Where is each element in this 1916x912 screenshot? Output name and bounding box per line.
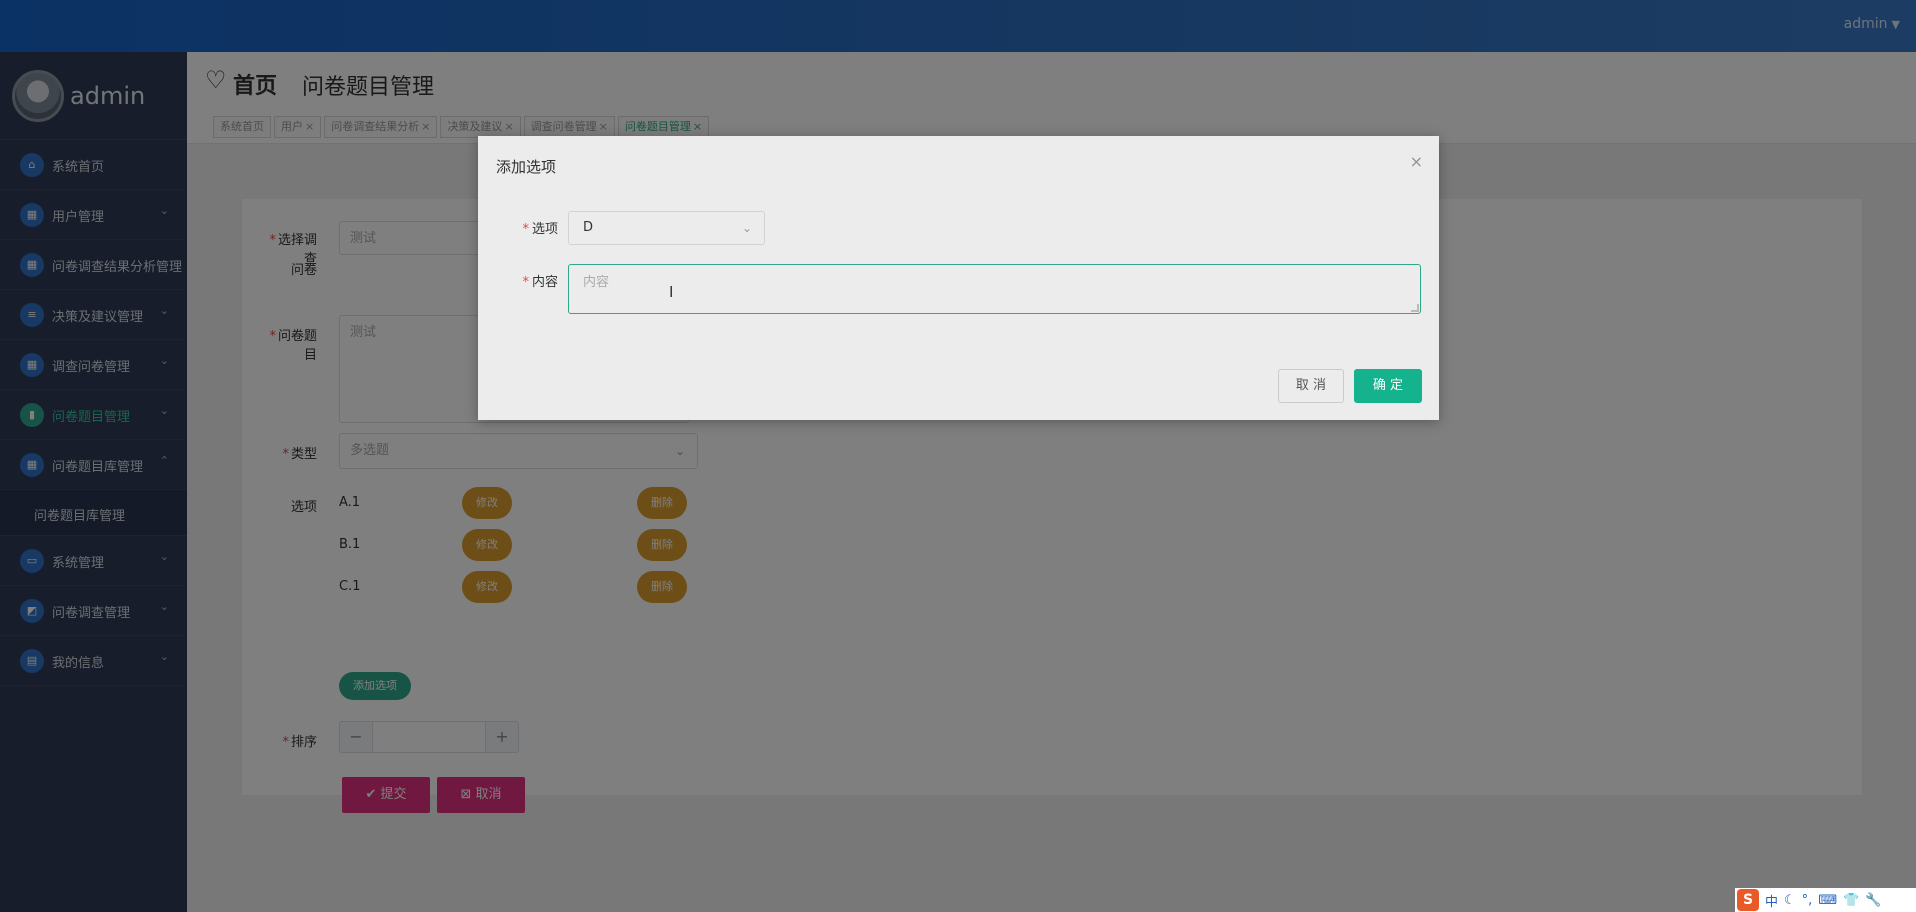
punctuation-icon[interactable]: °,	[1802, 893, 1813, 908]
text-cursor-icon: I	[669, 283, 674, 301]
moon-icon[interactable]: ☾	[1784, 893, 1796, 908]
dialog-cancel-button[interactable]: 取 消	[1278, 369, 1344, 403]
content-textarea[interactable]: 内容	[568, 264, 1421, 314]
keyboard-icon[interactable]: ⌨	[1818, 893, 1837, 908]
resize-handle-icon[interactable]	[1411, 304, 1419, 312]
option-label: * 选项	[522, 222, 558, 237]
option-select-value: D	[583, 220, 594, 235]
content-label: * 内容	[522, 275, 558, 290]
wrench-icon[interactable]: 🔧	[1865, 893, 1881, 908]
add-option-dialog: 添加选项 × * 选项 D ⌄ * 内容 内容 I 取 消 确 定	[478, 136, 1439, 420]
skin-icon[interactable]: 👕	[1843, 893, 1859, 908]
dialog-title: 添加选项	[496, 158, 557, 176]
ime-logo-icon[interactable]: S	[1737, 889, 1759, 911]
close-icon[interactable]: ×	[1410, 152, 1423, 171]
chevron-down-icon: ⌄	[741, 221, 752, 235]
system-tray: S 中 ☾ °, ⌨ 👕 🔧	[1735, 888, 1916, 912]
ime-chinese-icon[interactable]: 中	[1765, 891, 1778, 910]
dialog-confirm-button[interactable]: 确 定	[1354, 369, 1422, 403]
content-placeholder: 内容	[583, 275, 610, 290]
option-select[interactable]: D ⌄	[568, 211, 765, 245]
